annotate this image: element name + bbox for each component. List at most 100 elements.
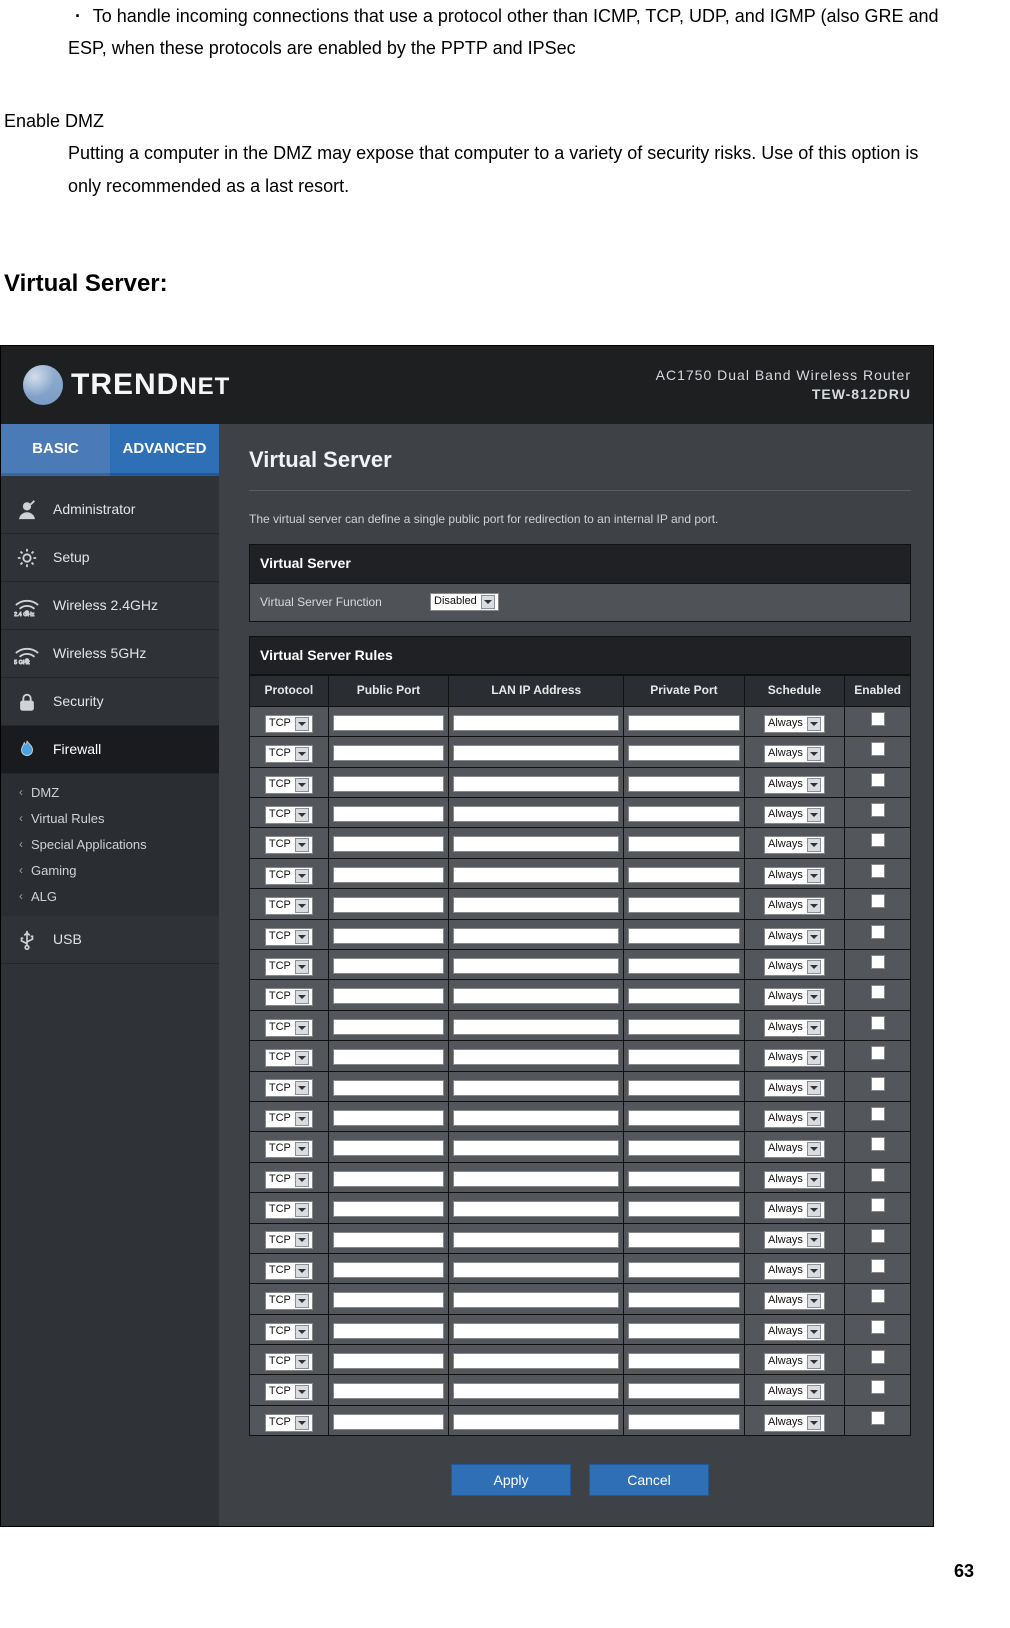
nav-sub-dmz[interactable]: DMZ: [19, 780, 219, 806]
public-port-input[interactable]: [333, 1080, 444, 1096]
protocol-select[interactable]: TCP: [265, 867, 313, 885]
schedule-select[interactable]: Always: [764, 988, 825, 1006]
lan-ip-input[interactable]: [453, 1353, 619, 1369]
private-port-input[interactable]: [628, 1383, 739, 1399]
protocol-select[interactable]: TCP: [265, 1292, 313, 1310]
enabled-checkbox[interactable]: [871, 1380, 885, 1394]
protocol-select[interactable]: TCP: [265, 1231, 313, 1249]
protocol-select[interactable]: TCP: [265, 1140, 313, 1158]
schedule-select[interactable]: Always: [764, 1323, 825, 1341]
enabled-checkbox[interactable]: [871, 894, 885, 908]
nav-setup[interactable]: Setup: [1, 534, 219, 582]
nav-sub-virtual-rules[interactable]: Virtual Rules: [19, 806, 219, 832]
public-port-input[interactable]: [333, 776, 444, 792]
enabled-checkbox[interactable]: [871, 712, 885, 726]
enabled-checkbox[interactable]: [871, 864, 885, 878]
enabled-checkbox[interactable]: [871, 1320, 885, 1334]
enabled-checkbox[interactable]: [871, 925, 885, 939]
public-port-input[interactable]: [333, 958, 444, 974]
schedule-select[interactable]: Always: [764, 897, 825, 915]
schedule-select[interactable]: Always: [764, 1140, 825, 1158]
lan-ip-input[interactable]: [453, 1201, 619, 1217]
lan-ip-input[interactable]: [453, 715, 619, 731]
schedule-select[interactable]: Always: [764, 1049, 825, 1067]
protocol-select[interactable]: TCP: [265, 806, 313, 824]
public-port-input[interactable]: [333, 1171, 444, 1187]
tab-basic[interactable]: BASIC: [1, 424, 110, 476]
schedule-select[interactable]: Always: [764, 867, 825, 885]
nav-firewall[interactable]: Firewall: [1, 726, 219, 774]
lan-ip-input[interactable]: [453, 1140, 619, 1156]
enabled-checkbox[interactable]: [871, 1198, 885, 1212]
private-port-input[interactable]: [628, 1232, 739, 1248]
protocol-select[interactable]: TCP: [265, 1019, 313, 1037]
schedule-select[interactable]: Always: [764, 836, 825, 854]
private-port-input[interactable]: [628, 1201, 739, 1217]
lan-ip-input[interactable]: [453, 1262, 619, 1278]
protocol-select[interactable]: TCP: [265, 745, 313, 763]
enabled-checkbox[interactable]: [871, 1107, 885, 1121]
lan-ip-input[interactable]: [453, 1383, 619, 1399]
public-port-input[interactable]: [333, 1049, 444, 1065]
private-port-input[interactable]: [628, 745, 739, 761]
nav-wireless-5[interactable]: 5 GHz Wireless 5GHz: [1, 630, 219, 678]
nav-security[interactable]: Security: [1, 678, 219, 726]
public-port-input[interactable]: [333, 1323, 444, 1339]
schedule-select[interactable]: Always: [764, 776, 825, 794]
public-port-input[interactable]: [333, 1140, 444, 1156]
private-port-input[interactable]: [628, 1353, 739, 1369]
nav-sub-alg[interactable]: ALG: [19, 884, 219, 910]
lan-ip-input[interactable]: [453, 1019, 619, 1035]
lan-ip-input[interactable]: [453, 867, 619, 883]
nav-sub-gaming[interactable]: Gaming: [19, 858, 219, 884]
lan-ip-input[interactable]: [453, 1292, 619, 1308]
public-port-input[interactable]: [333, 928, 444, 944]
enabled-checkbox[interactable]: [871, 1137, 885, 1151]
enabled-checkbox[interactable]: [871, 1168, 885, 1182]
lan-ip-input[interactable]: [453, 1232, 619, 1248]
lan-ip-input[interactable]: [453, 1414, 619, 1430]
schedule-select[interactable]: Always: [764, 715, 825, 733]
enabled-checkbox[interactable]: [871, 1411, 885, 1425]
schedule-select[interactable]: Always: [764, 1383, 825, 1401]
schedule-select[interactable]: Always: [764, 1262, 825, 1280]
public-port-input[interactable]: [333, 1292, 444, 1308]
private-port-input[interactable]: [628, 715, 739, 731]
private-port-input[interactable]: [628, 988, 739, 1004]
protocol-select[interactable]: TCP: [265, 1201, 313, 1219]
schedule-select[interactable]: Always: [764, 1079, 825, 1097]
protocol-select[interactable]: TCP: [265, 1049, 313, 1067]
schedule-select[interactable]: Always: [764, 1414, 825, 1432]
lan-ip-input[interactable]: [453, 776, 619, 792]
enabled-checkbox[interactable]: [871, 955, 885, 969]
enabled-checkbox[interactable]: [871, 1259, 885, 1273]
private-port-input[interactable]: [628, 928, 739, 944]
enabled-checkbox[interactable]: [871, 1229, 885, 1243]
public-port-input[interactable]: [333, 715, 444, 731]
tab-advanced[interactable]: ADVANCED: [110, 424, 219, 476]
lan-ip-input[interactable]: [453, 928, 619, 944]
public-port-input[interactable]: [333, 1353, 444, 1369]
public-port-input[interactable]: [333, 1201, 444, 1217]
enabled-checkbox[interactable]: [871, 742, 885, 756]
public-port-input[interactable]: [333, 1019, 444, 1035]
public-port-input[interactable]: [333, 867, 444, 883]
lan-ip-input[interactable]: [453, 1049, 619, 1065]
protocol-select[interactable]: TCP: [265, 1171, 313, 1189]
public-port-input[interactable]: [333, 988, 444, 1004]
private-port-input[interactable]: [628, 1171, 739, 1187]
nav-usb[interactable]: USB: [1, 916, 219, 964]
schedule-select[interactable]: Always: [764, 1292, 825, 1310]
schedule-select[interactable]: Always: [764, 1171, 825, 1189]
private-port-input[interactable]: [628, 867, 739, 883]
vs-function-select[interactable]: Disabled: [430, 593, 499, 611]
lan-ip-input[interactable]: [453, 1080, 619, 1096]
public-port-input[interactable]: [333, 1110, 444, 1126]
lan-ip-input[interactable]: [453, 836, 619, 852]
public-port-input[interactable]: [333, 1383, 444, 1399]
enabled-checkbox[interactable]: [871, 985, 885, 999]
enabled-checkbox[interactable]: [871, 1289, 885, 1303]
private-port-input[interactable]: [628, 1049, 739, 1065]
protocol-select[interactable]: TCP: [265, 928, 313, 946]
lan-ip-input[interactable]: [453, 1171, 619, 1187]
